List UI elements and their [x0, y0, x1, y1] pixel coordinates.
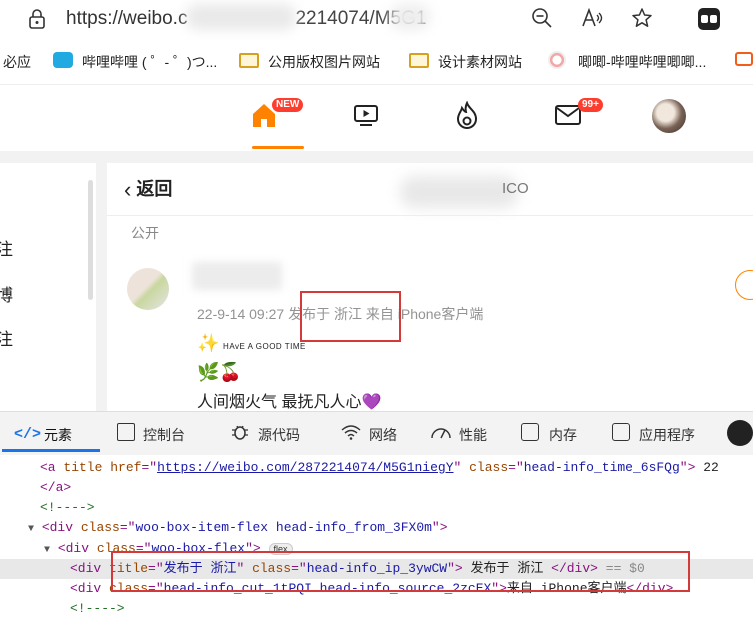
active-tab-underline: [2, 449, 100, 452]
tab-sources[interactable]: 源代码: [258, 425, 300, 445]
zoom-out-icon[interactable]: [530, 6, 554, 30]
post-content-line: ✨ HAvE A GOOD TIME: [197, 333, 306, 353]
more-tabs-icon[interactable]: [727, 420, 753, 446]
jiji-icon: [548, 51, 566, 69]
author-avatar[interactable]: [127, 268, 169, 310]
video-icon[interactable]: [353, 104, 379, 133]
author-name-redaction: [192, 262, 282, 290]
console-icon: [117, 423, 135, 441]
tree-line-comment[interactable]: <!---->: [40, 498, 95, 518]
header-title-tail: ICO: [502, 180, 529, 197]
hot-flame-icon[interactable]: [454, 100, 480, 136]
bookmark-jiji[interactable]: 唧唧-哔哩哔哩唧唧...: [578, 52, 706, 72]
message-count-badge: 99+: [578, 98, 603, 112]
home-new-badge: NEW: [272, 98, 304, 112]
favorite-star-icon[interactable]: [630, 6, 654, 30]
bilibili-icon: [53, 52, 73, 68]
read-aloud-icon[interactable]: [580, 6, 604, 30]
bookmark-copyright-images[interactable]: 公用版权图片网站: [268, 52, 380, 72]
bookmark-design-assets[interactable]: 设计素材网站: [438, 52, 522, 72]
highlight-box: [111, 551, 690, 592]
post-time-link[interactable]: 22-9-14 09:27: [197, 306, 284, 322]
chip-icon: [521, 423, 539, 441]
post-content-line: 🌿🍒: [197, 362, 242, 382]
code-icon: </>: [14, 426, 42, 443]
sidebar-scrollbar[interactable]: [88, 180, 93, 300]
sidebar-item[interactable]: 注: [0, 325, 13, 350]
chevron-left-icon: ‹: [124, 177, 132, 202]
url-redaction: [390, 4, 430, 30]
tab-elements[interactable]: 元素: [44, 425, 72, 445]
tab-performance[interactable]: 性能: [459, 425, 487, 445]
divider: [107, 215, 753, 216]
left-sidebar: [0, 163, 96, 411]
bookmark-bing[interactable]: 必应: [3, 52, 31, 72]
url-redaction: [186, 4, 296, 30]
header-redaction: [400, 176, 518, 208]
bookmark-overflow-icon[interactable]: [735, 52, 753, 66]
bug-icon: [231, 423, 249, 441]
tree-line-div-from[interactable]: ▼ <div class="woo-box-item-flex head-inf…: [28, 518, 448, 538]
tab-memory[interactable]: 内存: [549, 425, 577, 445]
bookmark-bilibili[interactable]: 哔哩哔哩 ( ゜- ゜)つ...: [82, 52, 217, 72]
sidebar-item[interactable]: 注: [0, 235, 13, 260]
tab-network[interactable]: 网络: [369, 425, 397, 445]
post-content-line: 人间烟火气 最抚凡人心💜: [197, 394, 382, 411]
user-avatar[interactable]: [652, 99, 686, 133]
folder-icon: [409, 53, 429, 68]
active-tab-underline: [252, 146, 304, 149]
app-icon: [612, 423, 630, 441]
sparkle-emoji: ✨: [197, 333, 220, 353]
visibility-label: 公开: [131, 225, 159, 241]
sidebar-item[interactable]: 博: [0, 281, 13, 306]
folder-icon: [239, 53, 259, 68]
wifi-icon: [341, 423, 361, 441]
back-button[interactable]: ‹ 返回: [124, 175, 172, 202]
tree-line-close-a[interactable]: </a>: [40, 478, 71, 498]
tab-application[interactable]: 应用程序: [639, 425, 695, 445]
tab-console[interactable]: 控制台: [143, 425, 185, 445]
gauge-icon: [430, 423, 451, 441]
tree-line-comment[interactable]: <!---->: [70, 599, 125, 619]
tree-line-anchor[interactable]: <a title href="https://weibo.com/2872214…: [40, 458, 719, 478]
highlight-box: [300, 291, 401, 342]
lock-icon[interactable]: [26, 8, 48, 30]
extension-icon[interactable]: [698, 8, 720, 30]
